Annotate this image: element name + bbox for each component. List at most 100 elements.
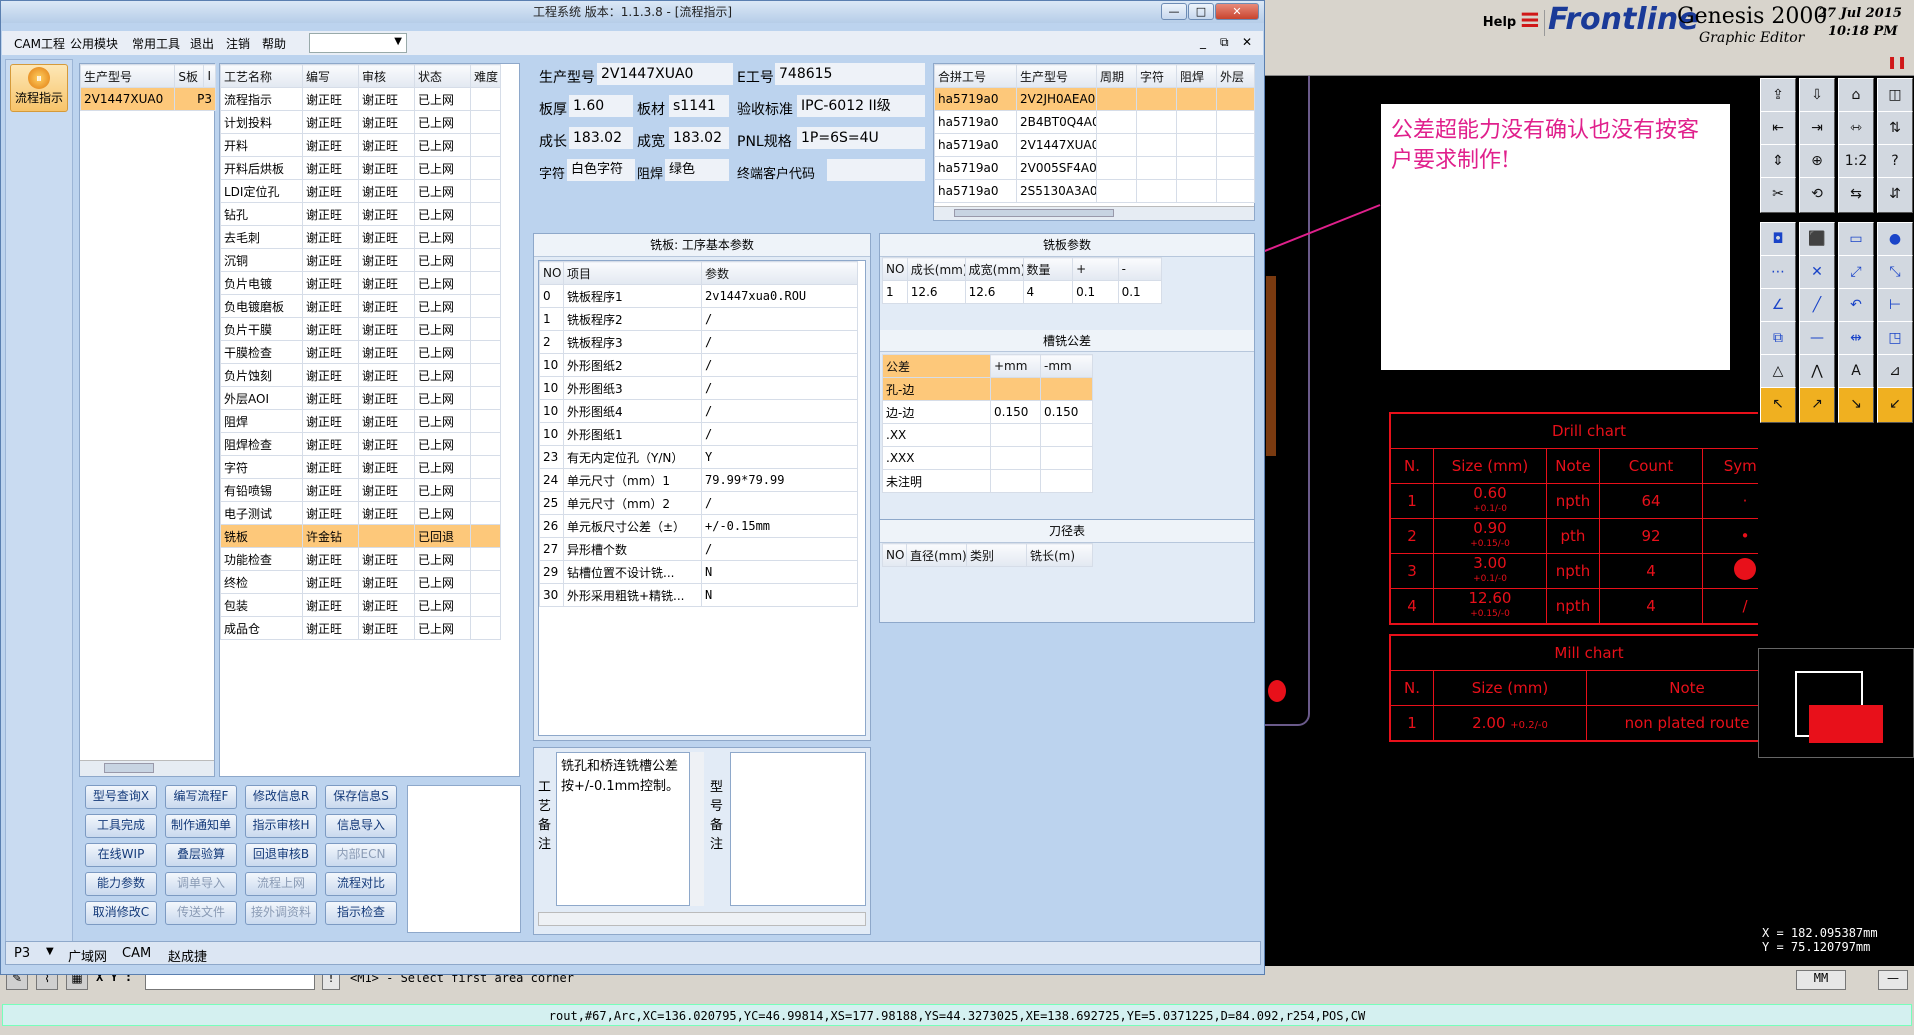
process-row[interactable]: 负电镀磨板 谢正旺 谢正旺 已上网 xyxy=(220,294,501,318)
action-button[interactable]: 指示审核H xyxy=(245,814,317,838)
action-button[interactable]: 工具完成 xyxy=(85,814,157,838)
action-button[interactable]: 型号查询X xyxy=(85,785,157,809)
palette-tool-icon[interactable]: ⧉ xyxy=(1760,321,1796,357)
palette-tool-icon[interactable]: ∠ xyxy=(1760,288,1796,324)
proc-head-name[interactable]: 工艺名称 xyxy=(220,64,303,88)
palette-tool-icon[interactable]: ╱ xyxy=(1799,288,1835,324)
process-row[interactable]: 负片电镀 谢正旺 谢正旺 已上网 xyxy=(220,271,501,295)
combine-row[interactable]: ha5719a0 2V2JH0AEA0 xyxy=(934,87,1255,111)
action-button[interactable]: 流程对比 xyxy=(325,872,397,896)
palette-tool-icon[interactable]: ↗ xyxy=(1799,387,1835,423)
basic-row[interactable]: 25 单元尺寸（mm）2/ xyxy=(539,491,858,515)
tool-head[interactable]: 铣长(m) xyxy=(1026,543,1093,567)
comb-head[interactable]: 字符 xyxy=(1136,64,1177,88)
combine-scrollbar[interactable] xyxy=(934,206,1254,220)
palette-tool-icon[interactable]: ⤢ xyxy=(1838,255,1874,291)
palette-tool-icon[interactable]: ⇪ xyxy=(1760,78,1796,114)
menu-exit[interactable]: 退出 xyxy=(190,35,214,52)
basic-row[interactable]: 1 铣板程序2/ xyxy=(539,307,858,331)
char-field[interactable]: 白色字符 xyxy=(567,159,635,181)
job-scroll-thumb[interactable] xyxy=(104,763,154,773)
palette-tool-icon[interactable]: ⬛ xyxy=(1799,222,1835,258)
comb-head[interactable]: 周期 xyxy=(1096,64,1137,88)
job-head-i[interactable]: I xyxy=(203,64,216,88)
palette-tool-icon[interactable]: ⟲ xyxy=(1799,177,1835,213)
action-button[interactable]: 修改信息R xyxy=(245,785,317,809)
mask-field[interactable]: 绿色 xyxy=(665,159,729,181)
palette-tool-icon[interactable]: ◫ xyxy=(1877,78,1913,114)
basic-row[interactable]: 10 外形图纸1/ xyxy=(539,422,858,446)
slot-row[interactable]: 未注明 xyxy=(882,469,1093,493)
end-field[interactable] xyxy=(827,159,925,181)
combine-row[interactable]: ha5719a0 2V005SF4A0 xyxy=(934,156,1255,180)
model-remark-text[interactable] xyxy=(730,752,866,906)
child-minimize-button[interactable]: _ xyxy=(1200,35,1206,49)
e-field[interactable]: 748615 xyxy=(775,63,925,85)
palette-tool-icon[interactable]: ⊿ xyxy=(1877,354,1913,390)
action-button[interactable]: 能力参数 xyxy=(85,872,157,896)
basic-head[interactable]: 参数 xyxy=(701,261,858,285)
basic-row[interactable]: 24 单元尺寸（mm）1 79.99*79.99 xyxy=(539,468,858,492)
slot-row[interactable]: 孔-边 xyxy=(882,377,1093,401)
basic-row[interactable]: 27 异形槽个数 / xyxy=(539,537,858,561)
palette-tool-icon[interactable]: ⊢ xyxy=(1877,288,1913,324)
job-row[interactable]: 2V1447XUA0 P3 xyxy=(79,87,216,111)
slot-row[interactable]: .XXX xyxy=(882,446,1093,470)
process-row[interactable]: 去毛刺 谢正旺 谢正旺 已上网 xyxy=(220,225,501,249)
basic-head[interactable]: NO xyxy=(539,261,564,285)
palette-tool-icon[interactable]: ▭ xyxy=(1838,222,1874,258)
process-row[interactable]: 终检 谢正旺 谢正旺 已上网 xyxy=(220,570,501,594)
combine-row[interactable]: ha5719a0 2V1447XUA0 xyxy=(934,133,1255,157)
palette-tool-icon[interactable]: ↶ xyxy=(1838,288,1874,324)
mill-head[interactable]: NO xyxy=(882,257,908,281)
minus-icon[interactable]: — xyxy=(1878,970,1908,990)
action-button[interactable]: 接外调资料 xyxy=(245,901,317,925)
process-row[interactable]: 负片蚀刻 谢正旺 谢正旺 已上网 xyxy=(220,363,501,387)
mill-head[interactable]: 成宽(mm) xyxy=(964,257,1024,281)
palette-tool-icon[interactable]: ⇕ xyxy=(1760,144,1796,180)
tool-head[interactable]: 直径(mm) xyxy=(906,543,967,567)
menu-common-module[interactable]: 公用模块 xyxy=(70,35,118,52)
action-button[interactable]: 回退审核B xyxy=(245,843,317,867)
comb-head[interactable]: 合拼工号 xyxy=(934,64,1017,88)
palette-tool-icon[interactable]: ⊕ xyxy=(1799,144,1835,180)
process-row[interactable]: 阻焊检查 谢正旺 谢正旺 已上网 xyxy=(220,432,501,456)
process-row[interactable]: 负片干膜 谢正旺 谢正旺 已上网 xyxy=(220,317,501,341)
action-button[interactable]: 叠层验算 xyxy=(165,843,237,867)
job-head-part[interactable]: 生产型号 xyxy=(79,64,176,88)
palette-tool-icon[interactable]: ✕ xyxy=(1799,255,1835,291)
menu-help[interactable]: 帮助 xyxy=(262,35,286,52)
slot-row[interactable]: .XX xyxy=(882,423,1093,447)
tool-head[interactable]: 类别 xyxy=(966,543,1027,567)
palette-tool-icon[interactable]: ↙ xyxy=(1877,387,1913,423)
menu-cam[interactable]: CAM工程 xyxy=(14,35,65,52)
process-row[interactable]: 开料后烘板 谢正旺 谢正旺 已上网 xyxy=(220,156,501,180)
palette-tool-icon[interactable]: ⇹ xyxy=(1838,321,1874,357)
slot-head[interactable]: 公差 xyxy=(882,354,991,378)
action-button[interactable]: 内部ECN xyxy=(325,843,397,867)
palette-tool-icon[interactable]: ⇩ xyxy=(1799,78,1835,114)
menu-logout[interactable]: 注销 xyxy=(226,35,250,52)
process-row[interactable]: 铣板 许金钻 已回退 xyxy=(220,524,501,548)
slot-head[interactable]: +mm xyxy=(990,354,1041,378)
process-row[interactable]: 计划投料 谢正旺 谢正旺 已上网 xyxy=(220,110,501,134)
action-button[interactable]: 调单导入 xyxy=(165,872,237,896)
close-button[interactable]: ✕ xyxy=(1215,3,1259,20)
action-button[interactable]: 指示检查 xyxy=(325,901,397,925)
process-row[interactable]: 开料 谢正旺 谢正旺 已上网 xyxy=(220,133,501,157)
mill-head[interactable]: - xyxy=(1117,257,1163,281)
slot-head[interactable]: -mm xyxy=(1040,354,1093,378)
action-button[interactable]: 在线WIP xyxy=(85,843,157,867)
minimize-button[interactable]: — xyxy=(1161,3,1187,20)
process-row[interactable]: 外层AOI 谢正旺 谢正旺 已上网 xyxy=(220,386,501,410)
palette-tool-icon[interactable]: ◳ xyxy=(1877,321,1913,357)
process-row[interactable]: 流程指示 谢正旺 谢正旺 已上网 xyxy=(220,87,501,111)
remarks-scrollbar[interactable] xyxy=(538,912,866,926)
process-row[interactable]: 字符 谢正旺 谢正旺 已上网 xyxy=(220,455,501,479)
process-row[interactable]: LDI定位孔 谢正旺 谢正旺 已上网 xyxy=(220,179,501,203)
menu-tools[interactable]: 常用工具 xyxy=(132,35,180,52)
unit-button[interactable]: MM xyxy=(1796,970,1846,990)
mat-field[interactable]: s1141 xyxy=(669,95,729,117)
combine-scroll-thumb[interactable] xyxy=(954,209,1114,217)
basic-row[interactable]: 26 单元板尺寸公差（±） +/-0.15mm xyxy=(539,514,858,538)
